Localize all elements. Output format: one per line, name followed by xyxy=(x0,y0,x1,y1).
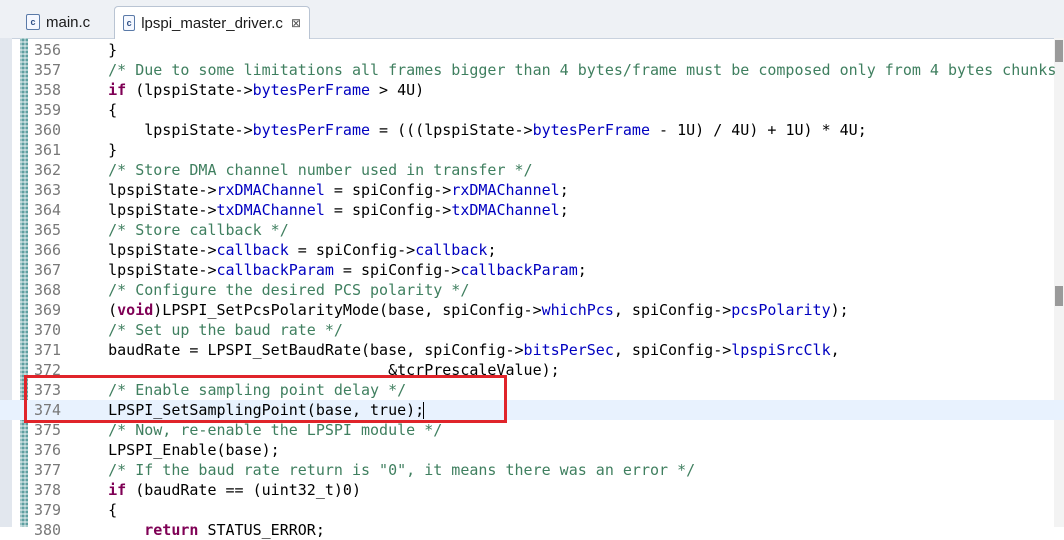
code-text[interactable]: LPSPI_Enable(base); xyxy=(72,440,280,460)
code-line[interactable]: 372 &tcrPrescaleValue); xyxy=(0,360,1064,380)
line-number: 367 xyxy=(34,261,62,279)
line-number: 360 xyxy=(34,121,62,139)
tab-label: lpspi_master_driver.c xyxy=(141,14,283,32)
line-number: 372 xyxy=(34,361,62,379)
line-number: 368 xyxy=(34,281,62,299)
line-number: 378 xyxy=(34,481,62,499)
code-text[interactable]: return STATUS_ERROR; xyxy=(72,520,325,540)
code-text[interactable]: /* Set up the baud rate */ xyxy=(72,320,343,340)
close-icon[interactable]: ⊠ xyxy=(291,16,301,30)
line-number: 364 xyxy=(34,201,62,219)
code-line[interactable]: 380 return STATUS_ERROR; xyxy=(0,520,1064,540)
line-number: 376 xyxy=(34,441,62,459)
code-text[interactable]: } xyxy=(72,140,117,160)
code-text[interactable]: /* Store DMA channel number used in tran… xyxy=(72,160,532,180)
code-text[interactable]: lpspiState->callbackParam = spiConfig->c… xyxy=(72,260,587,280)
code-line[interactable]: 356 } xyxy=(0,40,1064,60)
code-text[interactable]: /* If the baud rate return is "0", it me… xyxy=(72,460,695,480)
c-file-icon: c xyxy=(26,14,40,30)
code-text[interactable]: LPSPI_SetSamplingPoint(base, true); xyxy=(72,400,424,420)
code-line[interactable]: 369 (void)LPSPI_SetPcsPolarityMode(base,… xyxy=(0,300,1064,320)
line-number: 373 xyxy=(34,381,62,399)
code-line[interactable]: 365 /* Store callback */ xyxy=(0,220,1064,240)
code-text[interactable]: lpspiState->rxDMAChannel = spiConfig->rx… xyxy=(72,180,569,200)
code-line[interactable]: 378 if (baudRate == (uint32_t)0) xyxy=(0,480,1064,500)
line-number: 363 xyxy=(34,181,62,199)
code-text[interactable]: if (baudRate == (uint32_t)0) xyxy=(72,480,361,500)
line-number: 358 xyxy=(34,81,62,99)
line-number: 362 xyxy=(34,161,62,179)
code-text[interactable]: if (lpspiState->bytesPerFrame > 4U) xyxy=(72,80,424,100)
code-editor[interactable]: 356 } 357 /* Due to some limitations all … xyxy=(0,40,1064,540)
text-caret xyxy=(423,402,424,419)
code-text[interactable]: /* Enable sampling point delay */ xyxy=(72,380,406,400)
code-line[interactable]: 377 /* If the baud rate return is "0", i… xyxy=(0,460,1064,480)
code-text[interactable]: lpspiState->callback = spiConfig->callba… xyxy=(72,240,496,260)
line-number: 361 xyxy=(34,141,62,159)
code-line[interactable]: 362 /* Store DMA channel number used in … xyxy=(0,160,1064,180)
tab-main-c[interactable]: c main.c xyxy=(18,6,110,38)
code-text[interactable]: { xyxy=(72,100,117,120)
code-line[interactable]: 370 /* Set up the baud rate */ xyxy=(0,320,1064,340)
line-number: 377 xyxy=(34,461,62,479)
code-text[interactable]: } xyxy=(72,40,117,60)
code-line[interactable]: 366 lpspiState->callback = spiConfig->ca… xyxy=(0,240,1064,260)
line-number: 369 xyxy=(34,301,62,319)
line-number: 375 xyxy=(34,421,62,439)
code-text[interactable]: &tcrPrescaleValue); xyxy=(72,360,560,380)
line-number: 370 xyxy=(34,321,62,339)
code-text[interactable]: lpspiState->txDMAChannel = spiConfig->tx… xyxy=(72,200,569,220)
code-line[interactable]: 357 /* Due to some limitations all frame… xyxy=(0,60,1064,80)
code-text[interactable]: baudRate = LPSPI_SetBaudRate(base, spiCo… xyxy=(72,340,840,360)
line-number: 365 xyxy=(34,221,62,239)
line-number: 371 xyxy=(34,341,62,359)
code-text[interactable]: (void)LPSPI_SetPcsPolarityMode(base, spi… xyxy=(72,300,849,320)
code-text[interactable]: { xyxy=(72,500,117,520)
code-line[interactable]: 376 LPSPI_Enable(base); xyxy=(0,440,1064,460)
tab-label: main.c xyxy=(46,13,91,31)
editor-tab-bar: c main.c c lpspi_master_driver.c ⊠ xyxy=(0,0,1064,39)
code-line[interactable]: 368 /* Configure the desired PCS polarit… xyxy=(0,280,1064,300)
code-line[interactable]: 371 baudRate = LPSPI_SetBaudRate(base, s… xyxy=(0,340,1064,360)
line-number: 379 xyxy=(34,501,62,519)
line-number: 366 xyxy=(34,241,62,259)
code-text[interactable]: /* Store callback */ xyxy=(72,220,289,240)
line-number: 356 xyxy=(34,41,62,59)
line-number: 357 xyxy=(34,61,62,79)
code-line[interactable]: 374 LPSPI_SetSamplingPoint(base, true); xyxy=(0,400,1064,420)
code-line[interactable]: 364 lpspiState->txDMAChannel = spiConfig… xyxy=(0,200,1064,220)
code-line[interactable]: 379 { xyxy=(0,500,1064,520)
line-number: 374 xyxy=(34,401,62,419)
code-line[interactable]: 361 } xyxy=(0,140,1064,160)
tab-lpspi-master-driver-c[interactable]: c lpspi_master_driver.c ⊠ xyxy=(114,6,310,39)
code-text[interactable]: /* Configure the desired PCS polarity */ xyxy=(72,280,469,300)
code-line[interactable]: 373 /* Enable sampling point delay */ xyxy=(0,380,1064,400)
code-line[interactable]: 359 { xyxy=(0,100,1064,120)
line-number: 359 xyxy=(34,101,62,119)
code-line[interactable]: 360 lpspiState->bytesPerFrame = (((lpspi… xyxy=(0,120,1064,140)
code-line[interactable]: 367 lpspiState->callbackParam = spiConfi… xyxy=(0,260,1064,280)
code-line[interactable]: 358 if (lpspiState->bytesPerFrame > 4U) xyxy=(0,80,1064,100)
code-line[interactable]: 375 /* Now, re-enable the LPSPI module *… xyxy=(0,420,1064,440)
code-text[interactable]: lpspiState->bytesPerFrame = (((lpspiStat… xyxy=(72,120,867,140)
c-file-icon: c xyxy=(123,15,136,31)
code-text[interactable]: /* Now, re-enable the LPSPI module */ xyxy=(72,420,442,440)
line-number: 380 xyxy=(34,521,62,539)
code-line[interactable]: 363 lpspiState->rxDMAChannel = spiConfig… xyxy=(0,180,1064,200)
code-text[interactable]: /* Due to some limitations all frames bi… xyxy=(72,60,1056,80)
